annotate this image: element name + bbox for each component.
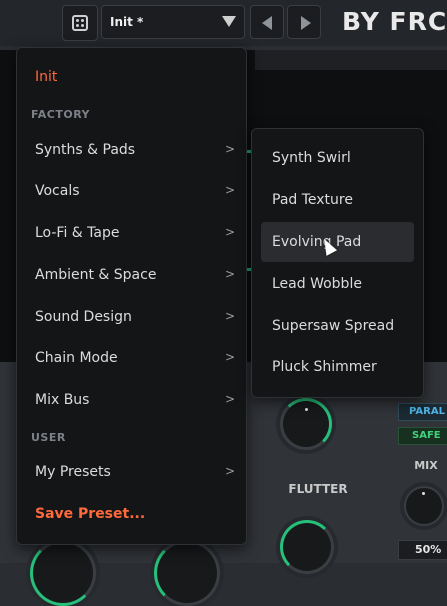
menu-item-mix-bus[interactable]: Mix Bus > xyxy=(35,392,235,408)
mix-value[interactable]: 50% xyxy=(398,540,447,560)
chevron-right-icon: > xyxy=(224,464,235,478)
parallel-toggle[interactable]: PARAL xyxy=(398,403,447,421)
preset-name: Init * xyxy=(110,15,144,29)
section-header-factory: FACTORY xyxy=(31,108,91,121)
brand-logo: BY FRCT xyxy=(342,7,447,36)
menu-item-label: Chain Mode xyxy=(35,350,118,366)
menu-item-label: Ambient & Space xyxy=(35,267,157,283)
menu-item-sound-design[interactable]: Sound Design > xyxy=(35,309,235,325)
menu-item-synths-pads[interactable]: Synths & Pads > xyxy=(35,142,235,158)
display-header-strip xyxy=(255,50,447,70)
submenu-item[interactable]: Pad Texture xyxy=(261,180,414,220)
menu-item-my-presets[interactable]: My Presets > xyxy=(35,464,235,480)
menu-item-chain-mode[interactable]: Chain Mode > xyxy=(35,350,235,366)
save-preset-button[interactable]: Save Preset... xyxy=(35,506,235,522)
submenu-item[interactable]: Synth Swirl xyxy=(261,138,414,178)
menu-item-init[interactable]: Init xyxy=(35,69,235,85)
mix-knob[interactable] xyxy=(404,486,444,526)
preset-selector[interactable]: Init * xyxy=(101,5,245,39)
submenu-item[interactable]: Pluck Shimmer xyxy=(261,347,414,387)
chevron-right-icon: > xyxy=(224,309,235,323)
caret-down-icon xyxy=(222,16,236,27)
arrow-left-icon xyxy=(262,16,272,30)
flutter-label: FLUTTER xyxy=(288,482,348,496)
chevron-right-icon: > xyxy=(224,183,235,197)
submenu-item[interactable]: Lead Wobble xyxy=(261,264,414,304)
menu-item-vocals[interactable]: Vocals > xyxy=(35,183,235,199)
bottom-middle-knob[interactable] xyxy=(154,540,220,606)
menu-item-label: Vocals xyxy=(35,183,80,199)
dice-icon xyxy=(72,15,88,31)
chevron-right-icon: > xyxy=(224,392,235,406)
synths-pads-submenu: Synth Swirl Pad Texture Evolving Pad Lea… xyxy=(251,128,424,398)
menu-item-label: Mix Bus xyxy=(35,392,90,408)
safe-toggle[interactable]: SAFE xyxy=(398,427,447,445)
menu-item-label: Synths & Pads xyxy=(35,142,136,158)
randomize-button[interactable] xyxy=(62,5,98,41)
menu-item-ambient-space[interactable]: Ambient & Space > xyxy=(35,267,235,283)
bottom-left-knob[interactable] xyxy=(30,540,96,606)
submenu-item[interactable]: Supersaw Spread xyxy=(261,306,414,346)
chevron-right-icon: > xyxy=(224,267,235,281)
menu-item-label: Sound Design xyxy=(35,309,132,325)
submenu-item-hovered[interactable]: Evolving Pad xyxy=(261,222,414,262)
menu-item-lofi-tape[interactable]: Lo-Fi & Tape > xyxy=(35,225,235,241)
previous-preset-button[interactable] xyxy=(250,5,284,39)
arrow-right-icon xyxy=(301,16,311,30)
chevron-right-icon: > xyxy=(224,350,235,364)
top-toolbar: Init * BY FRCT xyxy=(0,0,447,46)
chevron-right-icon: > xyxy=(224,225,235,239)
menu-item-label: My Presets xyxy=(35,464,111,480)
preset-menu: Init FACTORY Synths & Pads > Vocals > Lo… xyxy=(16,47,247,545)
section-header-user: USER xyxy=(31,431,66,444)
flutter-knob[interactable] xyxy=(280,398,332,450)
mix-label: MIX xyxy=(414,459,438,472)
lower-knob[interactable] xyxy=(280,520,334,574)
chevron-right-icon: > xyxy=(224,142,235,156)
menu-item-label: Lo-Fi & Tape xyxy=(35,225,120,241)
next-preset-button[interactable] xyxy=(287,5,321,39)
